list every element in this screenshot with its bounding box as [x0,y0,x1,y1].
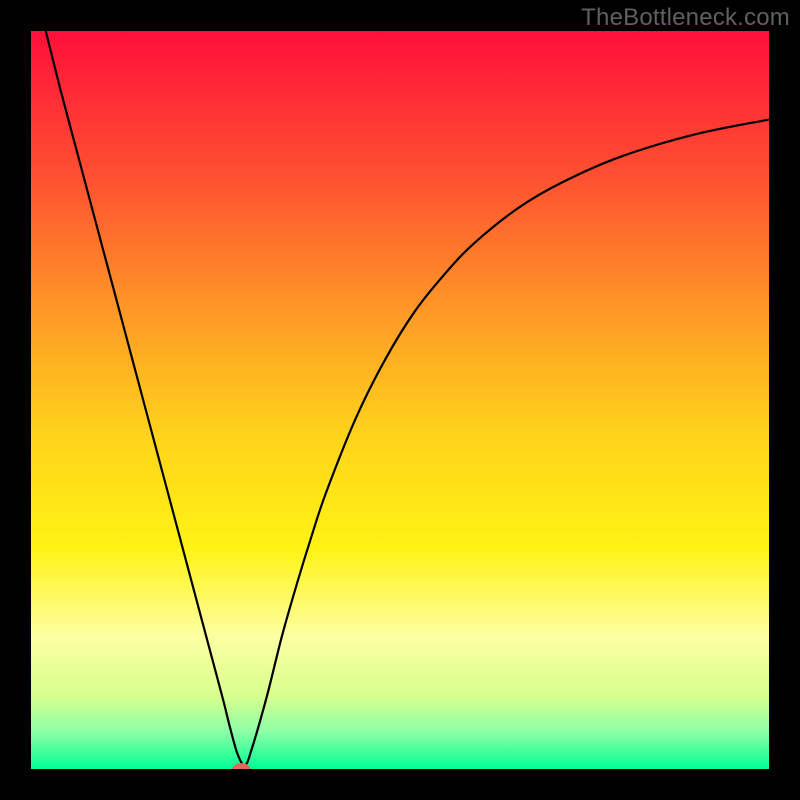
plot-svg [31,31,769,769]
plot-area [31,31,769,769]
watermark-text: TheBottleneck.com [581,4,790,32]
gradient-background [31,31,769,769]
chart-frame: TheBottleneck.com [0,0,800,800]
